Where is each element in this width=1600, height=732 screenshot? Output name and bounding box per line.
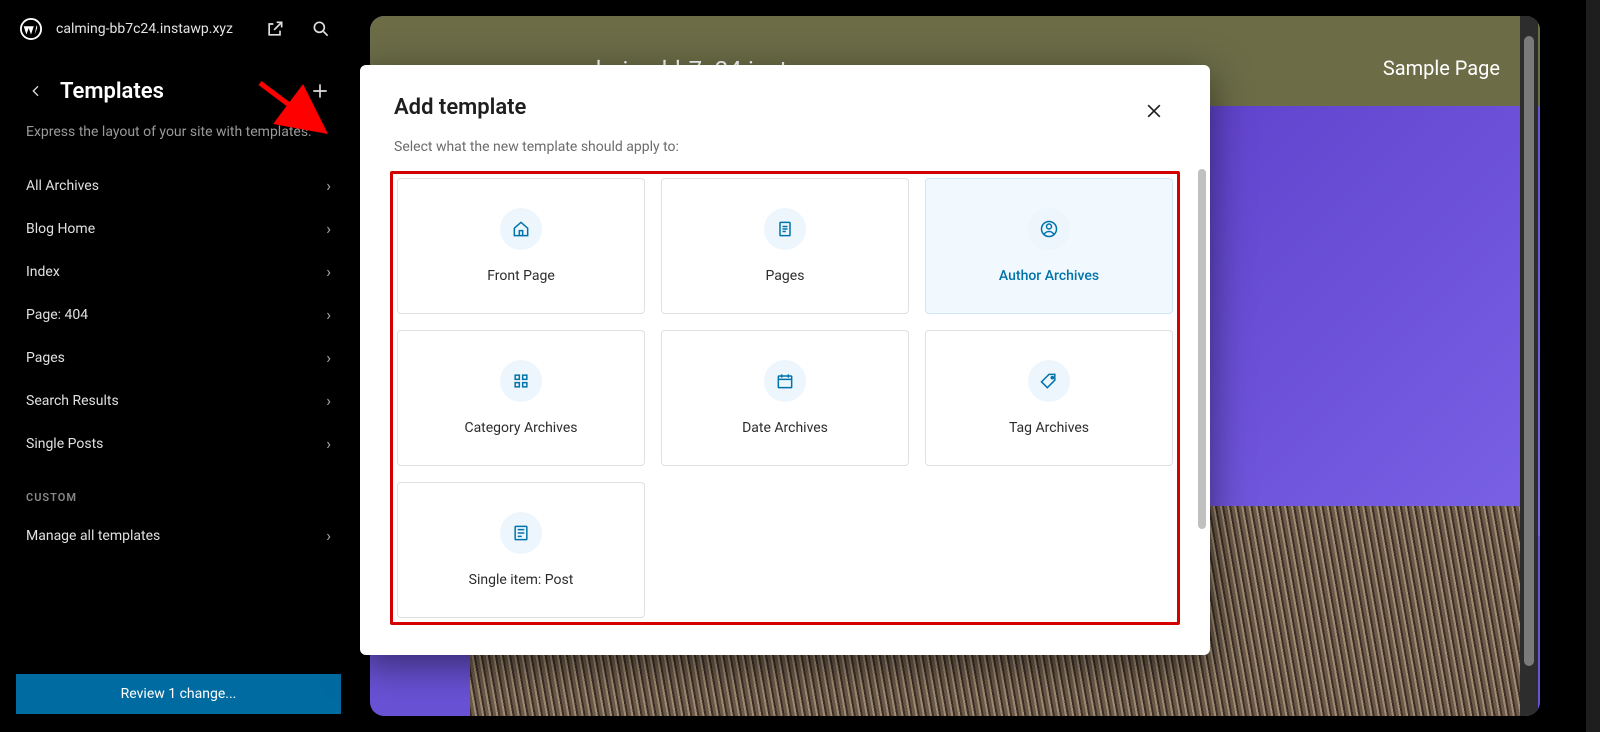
post-icon: [500, 512, 542, 554]
modal-body: Front Page Pages Author Archives: [360, 169, 1210, 655]
template-card-category-archives[interactable]: Category Archives: [397, 330, 645, 466]
sidebar-item-single-posts[interactable]: Single Posts ›: [0, 422, 357, 465]
grid-icon: [500, 360, 542, 402]
template-card-label: Single item: Post: [469, 572, 574, 588]
chevron-right-icon: ›: [326, 262, 331, 281]
sidebar-item-page-404[interactable]: Page: 404 ›: [0, 293, 357, 336]
sidebar-item-label: Single Posts: [26, 436, 103, 452]
review-changes-button[interactable]: Review 1 change...: [16, 674, 341, 714]
chevron-right-icon: ›: [326, 348, 331, 367]
template-card-single-item-post[interactable]: Single item: Post: [397, 482, 645, 618]
preview-nav-link[interactable]: Sample Page: [1383, 56, 1500, 80]
author-icon: [1028, 208, 1070, 250]
preview-scrollbar-track[interactable]: [1520, 16, 1538, 716]
section-description: Express the layout of your site with tem…: [0, 110, 357, 164]
sidebar-item-label: Page: 404: [26, 307, 88, 323]
template-card-tag-archives[interactable]: Tag Archives: [925, 330, 1173, 466]
chevron-right-icon: ›: [326, 526, 331, 545]
template-card-label: Pages: [766, 268, 805, 284]
template-card-front-page[interactable]: Front Page: [397, 178, 645, 314]
modal-title: Add template: [394, 95, 1138, 120]
section-header: Templates: [0, 58, 357, 110]
sidebar-item-index[interactable]: Index ›: [0, 250, 357, 293]
sidebar-item-label: Search Results: [26, 393, 119, 409]
add-template-modal: Add template Select what the new templat…: [360, 65, 1210, 655]
chevron-right-icon: ›: [326, 391, 331, 410]
sidebar-item-manage-all[interactable]: Manage all templates ›: [0, 514, 357, 557]
chevron-right-icon: ›: [326, 176, 331, 195]
sidebar-item-label: Blog Home: [26, 221, 95, 237]
modal-scrollbar-thumb[interactable]: [1198, 169, 1206, 529]
sidebar-item-label: Manage all templates: [26, 528, 160, 544]
modal-instruction: Select what the new template should appl…: [360, 135, 1210, 169]
sidebar-topbar: calming-bb7c24.instawp.xyz: [0, 0, 357, 58]
wordpress-logo-icon[interactable]: [20, 18, 42, 40]
search-icon[interactable]: [305, 13, 337, 45]
preview-scrollbar-thumb[interactable]: [1524, 36, 1534, 666]
template-card-author-archives[interactable]: Author Archives: [925, 178, 1173, 314]
template-card-label: Date Archives: [742, 420, 828, 436]
open-external-icon[interactable]: [259, 13, 291, 45]
sidebar-item-label: Index: [26, 264, 60, 280]
chevron-right-icon: ›: [326, 305, 331, 324]
sidebar-item-all-archives[interactable]: All Archives ›: [0, 164, 357, 207]
sidebar-item-blog-home[interactable]: Blog Home ›: [0, 207, 357, 250]
document-icon: [764, 208, 806, 250]
sidebar-item-label: All Archives: [26, 178, 99, 194]
sidebar-item-label: Pages: [26, 350, 65, 366]
sidebar-item-search-results[interactable]: Search Results ›: [0, 379, 357, 422]
close-icon[interactable]: [1138, 95, 1170, 127]
template-nav-list: All Archives › Blog Home › Index › Page: 40…: [0, 164, 357, 664]
annotation-highlight-box: Front Page Pages Author Archives: [390, 171, 1180, 625]
template-card-date-archives[interactable]: Date Archives: [661, 330, 909, 466]
back-button[interactable]: [22, 77, 50, 105]
template-card-pages[interactable]: Pages: [661, 178, 909, 314]
window-scrollbar[interactable]: [1586, 0, 1600, 732]
template-card-label: Category Archives: [464, 420, 577, 436]
sidebar-item-pages[interactable]: Pages ›: [0, 336, 357, 379]
page-title: Templates: [60, 79, 305, 104]
sidebar-custom-heading: CUSTOM: [0, 465, 357, 514]
template-card-label: Tag Archives: [1009, 420, 1089, 436]
chevron-right-icon: ›: [326, 219, 331, 238]
template-card-label: Front Page: [487, 268, 555, 284]
site-url[interactable]: calming-bb7c24.instawp.xyz: [56, 21, 245, 37]
template-card-grid: Front Page Pages Author Archives: [397, 178, 1173, 618]
home-icon: [500, 208, 542, 250]
add-template-button[interactable]: [305, 76, 335, 106]
sidebar: calming-bb7c24.instawp.xyz Templates Exp…: [0, 0, 357, 732]
template-card-label: Author Archives: [999, 268, 1099, 284]
chevron-right-icon: ›: [326, 434, 331, 453]
calendar-icon: [764, 360, 806, 402]
tag-icon: [1028, 360, 1070, 402]
